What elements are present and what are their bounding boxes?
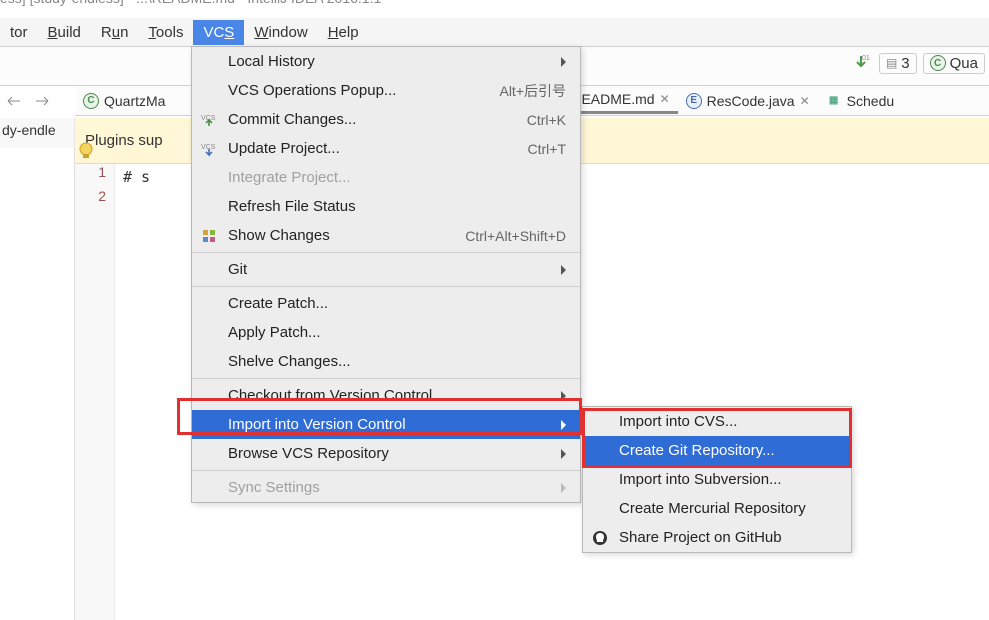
menu-window[interactable]: Window xyxy=(244,20,317,45)
menu-show-changes[interactable]: Show ChangesCtrl+Alt+Shift+D xyxy=(192,221,580,250)
menu-run[interactable]: Run xyxy=(91,20,139,45)
menu-vcs-operations-popup[interactable]: VCS Operations Popup...Alt+后引号 xyxy=(192,76,580,105)
menu-help[interactable]: Help xyxy=(318,20,369,45)
menu-refactor[interactable]: tor xyxy=(0,20,38,45)
menu-separator xyxy=(192,378,580,379)
vcs-dropdown: Local History VCS Operations Popup...Alt… xyxy=(191,46,581,503)
update-project-icon[interactable]: 01 xyxy=(849,51,873,75)
class-icon: C xyxy=(83,93,99,109)
project-nav-buttons xyxy=(0,86,70,116)
line-number: 2 xyxy=(75,188,106,212)
tab-quartz[interactable]: C QuartzMa xyxy=(75,89,173,113)
intention-bulb-icon[interactable] xyxy=(75,140,99,164)
menu-separator xyxy=(192,252,580,253)
menu-checkout-version-control[interactable]: Checkout from Version Control xyxy=(192,381,580,410)
tab-label: EADME.md xyxy=(581,91,654,107)
vcs-commit-icon: VCS xyxy=(200,111,218,129)
menu-build[interactable]: Build xyxy=(38,20,91,45)
main-menubar: tor Build Run Tools VCS Window Help xyxy=(0,18,989,46)
menu-apply-patch[interactable]: Apply Patch... xyxy=(192,318,580,347)
tab-label: ResCode.java xyxy=(707,93,795,109)
line-gutter: 1 2 xyxy=(75,164,115,620)
expand-icon[interactable] xyxy=(30,89,54,113)
submenu-arrow-icon xyxy=(561,420,566,430)
line-number: 1 xyxy=(75,164,106,188)
class-icon: C xyxy=(930,55,946,71)
tab-label: Schedu xyxy=(847,93,894,109)
menu-shelve-changes[interactable]: Shelve Changes... xyxy=(192,347,580,376)
menu-browse-vcs-repository[interactable]: Browse VCS Repository xyxy=(192,439,580,468)
menu-import-version-control[interactable]: Import into Version Control xyxy=(192,410,580,439)
submenu-create-git-repo[interactable]: Create Git Repository... xyxy=(583,436,851,465)
close-icon[interactable]: ✕ xyxy=(800,94,810,108)
run-config-label: Qua xyxy=(950,55,978,72)
submenu-arrow-icon xyxy=(561,483,566,493)
submenu-arrow-icon xyxy=(561,57,566,67)
menu-refresh-file-status[interactable]: Refresh File Status xyxy=(192,192,580,221)
vcs-update-icon: VCS xyxy=(200,140,218,158)
window-title-partial: ess] [study-endless] - ...\README.md - I… xyxy=(0,0,381,6)
menu-separator xyxy=(192,470,580,471)
import-vcs-submenu: Import into CVS... Create Git Repository… xyxy=(582,406,852,553)
tab-label: QuartzMa xyxy=(104,93,165,109)
tab-schedu[interactable]: ▦ Schedu xyxy=(818,89,902,113)
breadcrumb: dy-endle xyxy=(0,118,75,148)
submenu-arrow-icon xyxy=(561,391,566,401)
menu-create-patch[interactable]: Create Patch... xyxy=(192,289,580,318)
menu-local-history[interactable]: Local History xyxy=(192,47,580,76)
submenu-arrow-icon xyxy=(561,265,566,275)
github-icon xyxy=(591,529,609,547)
changes-icon xyxy=(200,227,218,245)
menu-tools[interactable]: Tools xyxy=(138,20,193,45)
tab-rescode[interactable]: E ResCode.java ✕ xyxy=(678,89,818,113)
svg-text:01: 01 xyxy=(862,55,870,62)
submenu-import-cvs[interactable]: Import into CVS... xyxy=(583,407,851,436)
menu-update-project[interactable]: VCS Update Project...Ctrl+T xyxy=(192,134,580,163)
close-icon[interactable]: ✕ xyxy=(660,92,670,106)
submenu-import-subversion[interactable]: Import into Subversion... xyxy=(583,465,851,494)
submenu-share-github[interactable]: Share Project on GitHub xyxy=(583,523,851,552)
counter-badge[interactable]: ▤ 3 xyxy=(879,53,917,74)
counter-value: 3 xyxy=(901,55,909,72)
menu-integrate-project: Integrate Project... xyxy=(192,163,580,192)
menu-commit-changes[interactable]: VCS Commit Changes...Ctrl+K xyxy=(192,105,580,134)
collapse-icon[interactable] xyxy=(2,89,26,113)
submenu-create-mercurial[interactable]: Create Mercurial Repository xyxy=(583,494,851,523)
menu-vcs[interactable]: VCS xyxy=(193,20,244,45)
menu-sync-settings: Sync Settings xyxy=(192,473,580,502)
enum-icon: E xyxy=(686,93,702,109)
run-config[interactable]: C Qua xyxy=(923,53,985,74)
tab-readme[interactable]: EADME.md ✕ xyxy=(573,87,677,114)
project-sidebar xyxy=(0,148,75,620)
config-icon: ▦ xyxy=(826,93,842,109)
menu-separator xyxy=(192,286,580,287)
menu-git[interactable]: Git xyxy=(192,255,580,284)
submenu-arrow-icon xyxy=(561,449,566,459)
